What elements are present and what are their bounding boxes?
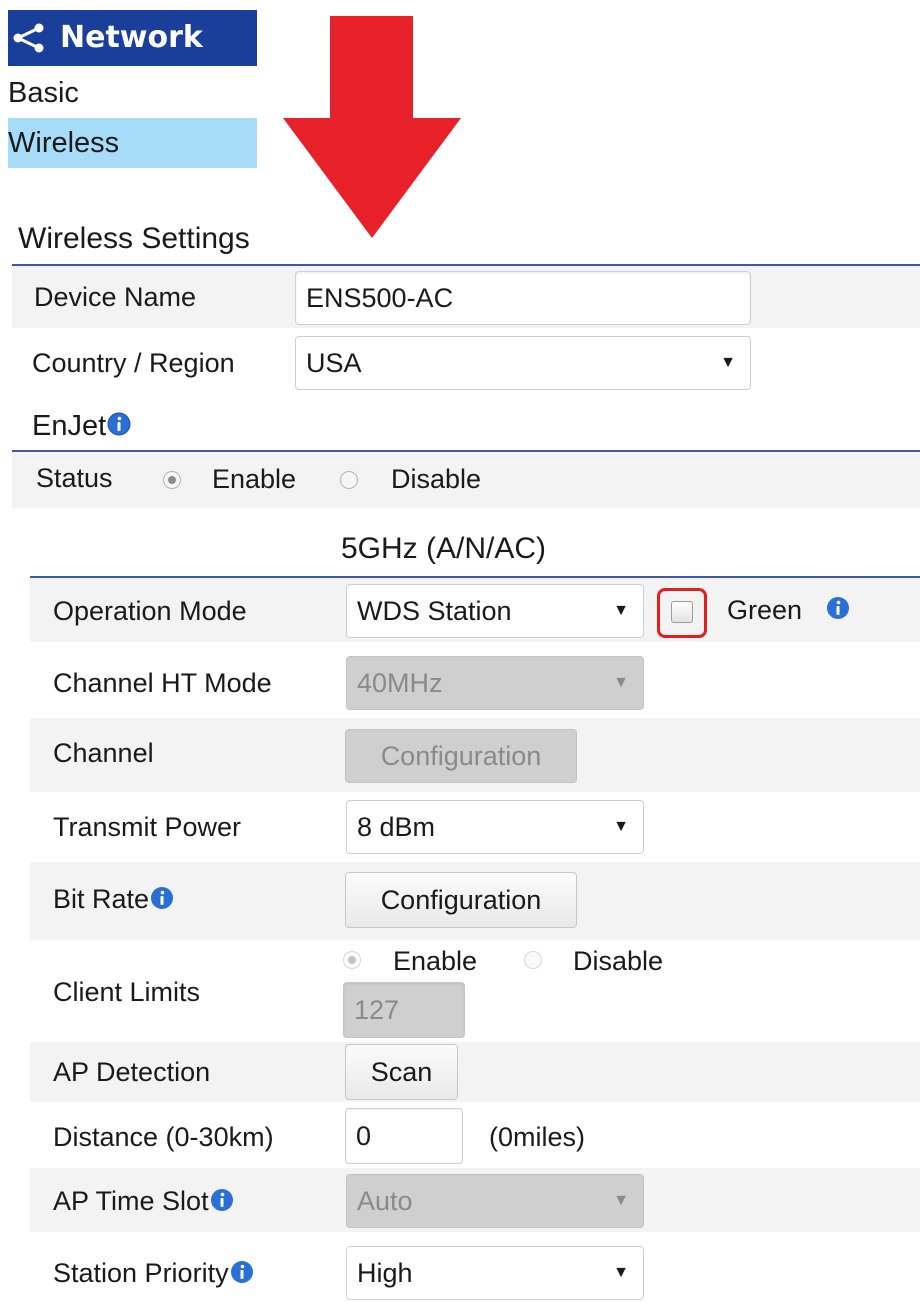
client-limits-input[interactable]: 127 [343, 982, 465, 1038]
bit-rate-label-group: Bit Rate [53, 884, 174, 915]
band-title: 5GHz (A/N/AC) [341, 532, 547, 565]
info-icon[interactable] [210, 1188, 234, 1212]
caret-down-icon: ▼ [613, 602, 629, 619]
enjet-disable-label: Disable [391, 464, 482, 494]
transmit-power-select[interactable]: 8 dBm ▼ [346, 800, 644, 854]
country-value: USA [306, 347, 362, 378]
wireless-settings-title: Wireless Settings [18, 222, 250, 255]
country-select[interactable]: USA ▼ [295, 336, 751, 390]
sidebar-item-wireless[interactable]: Wireless [8, 118, 257, 168]
ap-time-slot-value: Auto [357, 1185, 413, 1216]
client-limits-disable-radio[interactable] [524, 951, 542, 969]
caret-down-icon: ▼ [613, 1192, 629, 1209]
channel-configuration-button[interactable]: Configuration [345, 729, 577, 783]
green-label: Green [727, 595, 803, 625]
channel-ht-mode-label: Channel HT Mode [53, 668, 272, 698]
ap-time-slot-select[interactable]: Auto ▼ [346, 1174, 644, 1228]
channel-ht-mode-select[interactable]: 40MHz ▼ [346, 656, 644, 710]
enjet-label: EnJet [32, 410, 107, 442]
station-priority-label-group: Station Priority [53, 1258, 254, 1289]
device-name-input[interactable]: ENS500-AC [295, 271, 751, 325]
enjet-disable-radio[interactable] [340, 471, 358, 489]
client-limits-disable-label: Disable [573, 946, 664, 976]
client-limits-label: Client Limits [53, 977, 201, 1007]
scan-button[interactable]: Scan [345, 1044, 458, 1100]
client-limits-enable-radio[interactable] [343, 951, 361, 969]
share-icon [13, 23, 44, 53]
distance-label: Distance (0-30km) [53, 1122, 274, 1152]
ap-time-slot-label: AP Time Slot [53, 1186, 209, 1216]
station-priority-label: Station Priority [53, 1258, 229, 1288]
caret-down-icon: ▼ [613, 818, 629, 835]
transmit-power-label: Transmit Power [53, 812, 242, 842]
client-limits-enable-label: Enable [393, 946, 478, 976]
info-icon[interactable] [826, 596, 850, 620]
caret-down-icon: ▼ [613, 1264, 629, 1281]
distance-input[interactable]: 0 [345, 1108, 463, 1164]
operation-mode-select[interactable]: WDS Station ▼ [346, 584, 644, 638]
info-icon[interactable] [150, 886, 174, 910]
nav-header-network[interactable]: Network [8, 10, 257, 66]
transmit-power-value: 8 dBm [357, 811, 436, 842]
channel-ht-mode-value: 40MHz [357, 667, 443, 698]
station-priority-select[interactable]: High ▼ [346, 1246, 644, 1300]
bit-rate-configuration-button[interactable]: Configuration [345, 872, 577, 928]
bit-rate-label: Bit Rate [53, 884, 150, 914]
green-checkbox[interactable] [671, 601, 693, 623]
station-priority-value: High [357, 1257, 413, 1288]
enjet-enable-label: Enable [212, 464, 297, 494]
operation-mode-value: WDS Station [357, 595, 512, 626]
ap-detection-label: AP Detection [53, 1057, 211, 1087]
operation-mode-label: Operation Mode [53, 596, 247, 626]
ap-time-slot-label-group: AP Time Slot [53, 1186, 234, 1217]
red-arrow-annotation [283, 16, 461, 238]
nav-header-label: Network [60, 20, 203, 55]
caret-down-icon: ▼ [613, 674, 629, 691]
enjet-enable-radio[interactable] [163, 471, 181, 489]
device-name-label: Device Name [34, 282, 197, 312]
distance-miles-label: (0miles) [489, 1122, 586, 1152]
sidebar-item-basic[interactable]: Basic [8, 68, 257, 118]
channel-label: Channel [53, 738, 154, 768]
info-icon[interactable] [230, 1260, 254, 1284]
enjet-status-label: Status [36, 463, 113, 493]
country-label: Country / Region [32, 348, 235, 378]
caret-down-icon: ▼ [720, 354, 736, 371]
info-icon[interactable] [107, 412, 131, 436]
enjet-title: EnJet [32, 410, 131, 443]
